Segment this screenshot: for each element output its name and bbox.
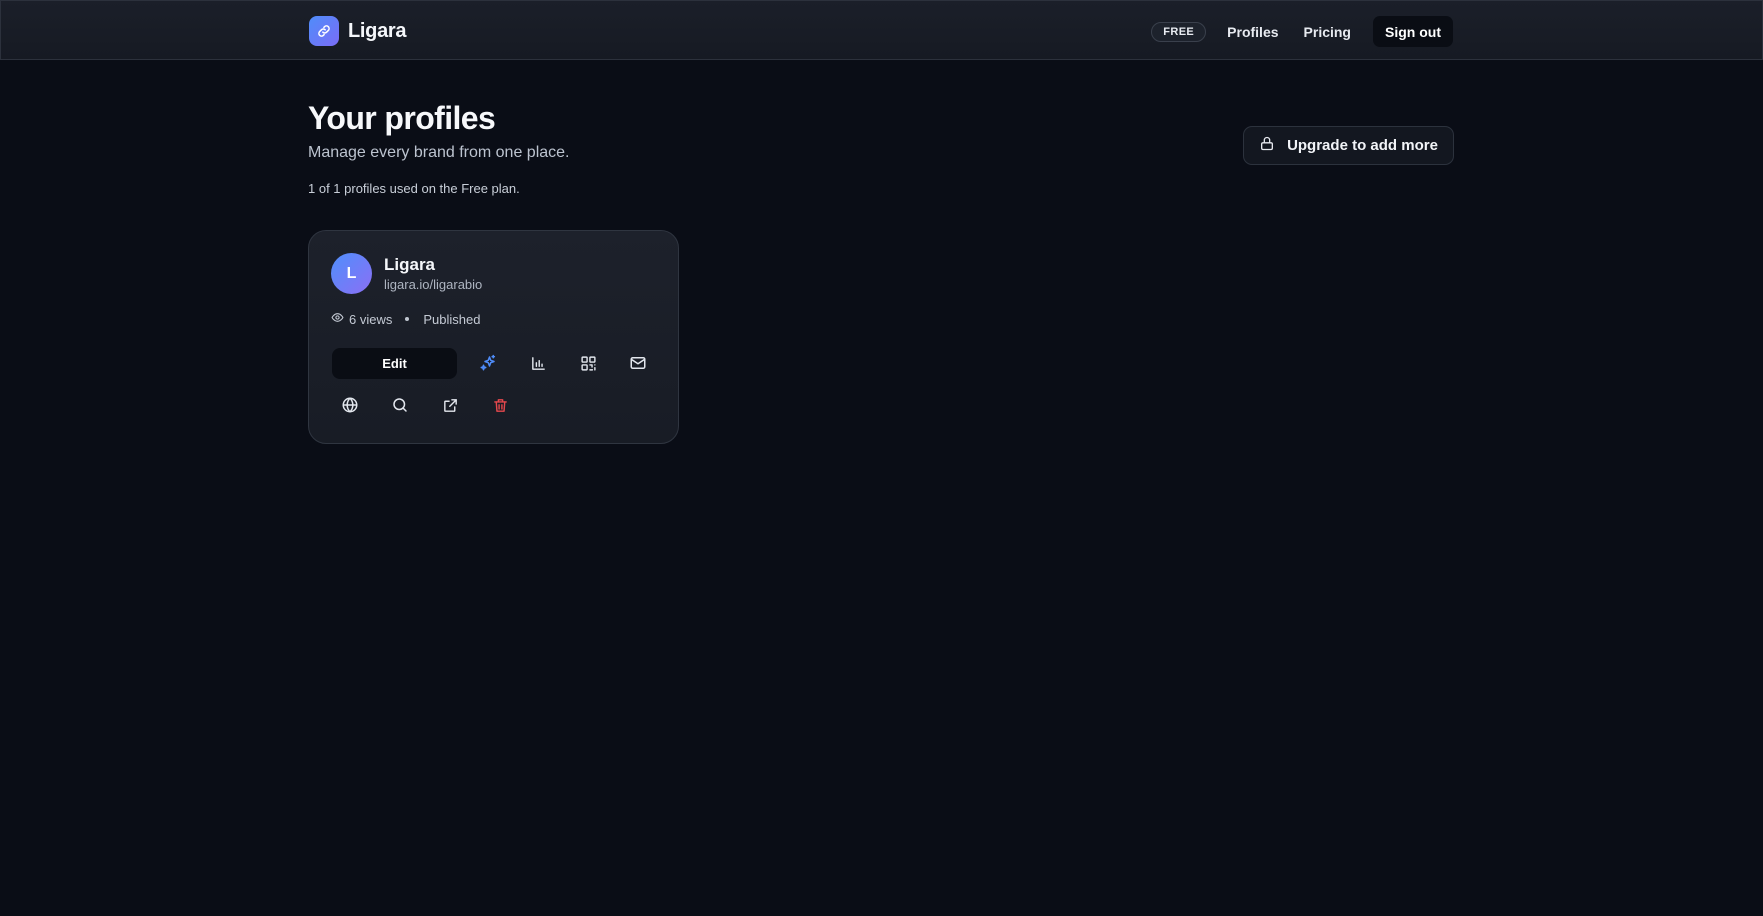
edit-button[interactable]: Edit <box>332 348 457 379</box>
eye-icon <box>331 311 344 327</box>
globe-icon <box>341 396 359 414</box>
profile-card: L Ligara ligara.io/ligarabio 6 views Pub… <box>308 230 679 444</box>
view-count: 6 views <box>349 311 393 327</box>
upgrade-button-label: Upgrade to add more <box>1287 137 1438 154</box>
page-title: Your profiles <box>308 100 496 136</box>
open-profile-button[interactable] <box>434 389 466 421</box>
plan-badge: FREE <box>1151 21 1207 42</box>
seo-button[interactable] <box>384 389 416 421</box>
profile-name: Ligara <box>384 255 436 274</box>
profile-stats: 6 views Published <box>331 311 480 327</box>
qr-code-button[interactable] <box>572 347 604 379</box>
nav-link-profiles[interactable]: Profiles <box>1227 24 1278 40</box>
avatar: L <box>331 253 372 294</box>
analytics-button[interactable] <box>522 347 554 379</box>
sparkles-icon <box>479 354 497 372</box>
qr-code-icon <box>580 355 597 372</box>
lock-icon <box>1259 135 1275 156</box>
profile-url[interactable]: ligara.io/ligarabio <box>384 277 482 292</box>
main-nav: FREE Profiles Pricing Sign out <box>1151 16 1453 47</box>
external-link-icon <box>442 397 459 414</box>
bar-chart-icon <box>530 355 547 372</box>
custom-domain-button[interactable] <box>334 389 366 421</box>
mail-icon <box>629 354 647 372</box>
top-navigation-bar: Ligara FREE Profiles Pricing Sign out <box>0 0 1763 60</box>
ai-assist-button[interactable] <box>472 347 504 379</box>
sign-out-button[interactable]: Sign out <box>1373 16 1453 47</box>
delete-profile-button[interactable] <box>484 389 516 421</box>
link-icon <box>309 16 339 46</box>
brand-name: Ligara <box>348 19 407 42</box>
search-icon <box>391 396 409 414</box>
brand[interactable]: Ligara <box>309 16 407 46</box>
page-subtitle: Manage every brand from one place. <box>308 144 570 161</box>
upgrade-button[interactable]: Upgrade to add more <box>1243 126 1454 165</box>
plan-usage-text: 1 of 1 profiles used on the Free plan. <box>308 181 520 196</box>
nav-link-pricing[interactable]: Pricing <box>1304 24 1351 40</box>
separator-dot <box>405 317 410 321</box>
status-badge: Published <box>423 311 481 327</box>
email-button[interactable] <box>622 347 654 379</box>
trash-icon <box>492 397 509 414</box>
